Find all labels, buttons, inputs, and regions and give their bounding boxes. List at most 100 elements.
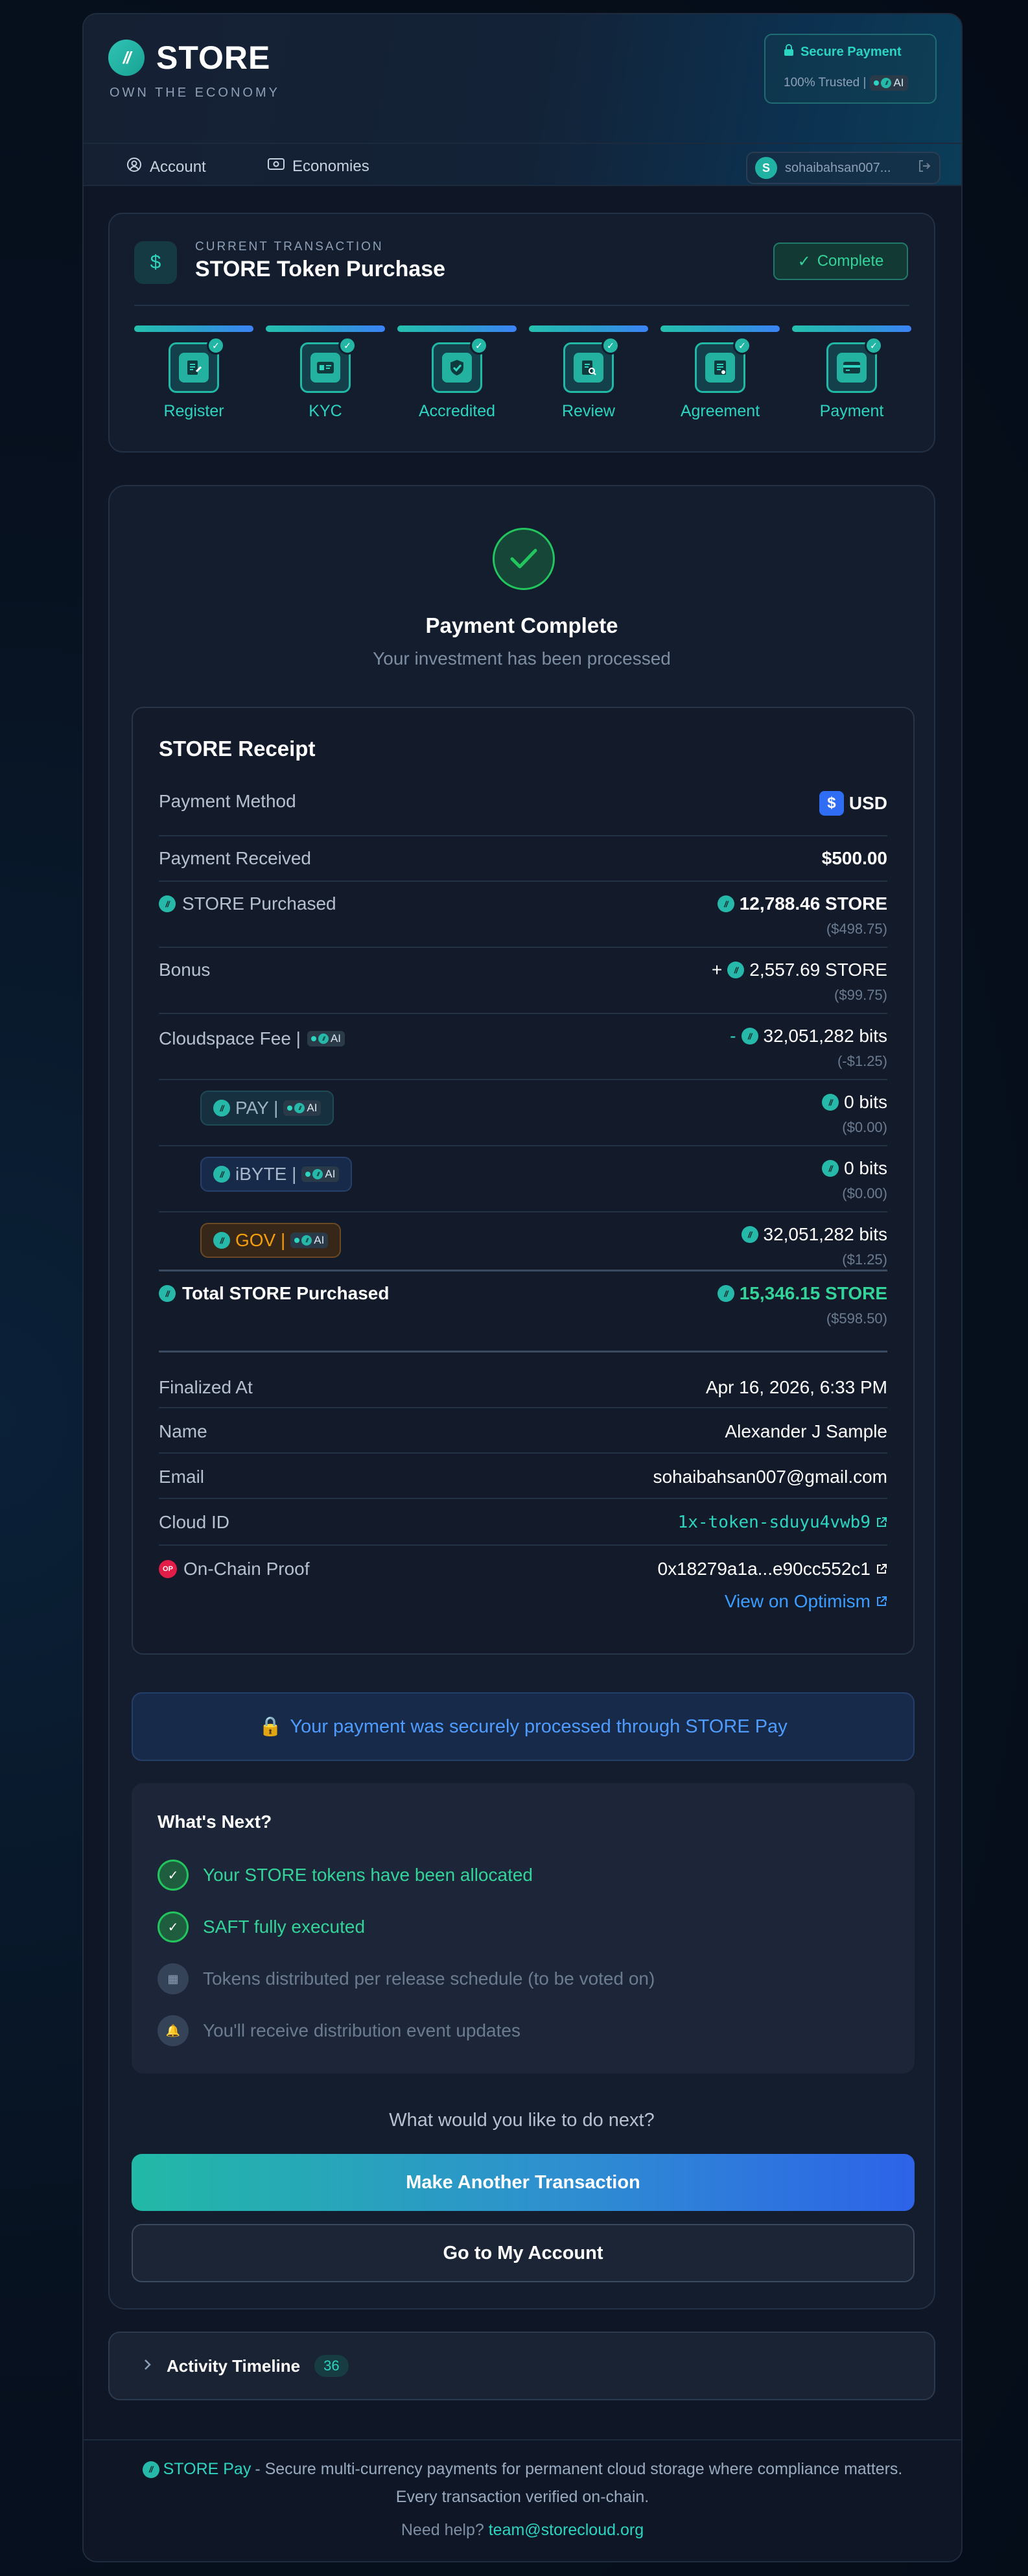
receipt-row-bonus: Bonus +//2,557.69 STORE ($99.75) [159, 948, 887, 1014]
nav-account[interactable]: Account [126, 157, 206, 177]
step-register[interactable]: ✓ Register [134, 325, 253, 421]
receipt-row-method: Payment Method $ USD [159, 791, 887, 836]
transaction-eyebrow: CURRENT TRANSACTION [195, 240, 384, 254]
logo-icon: // [108, 40, 145, 76]
transaction-card: $ CURRENT TRANSACTION STORE Token Purcha… [108, 213, 935, 453]
ibyte-chip[interactable]: //iBYTE |//AI [200, 1157, 353, 1192]
next-item-done: ✓ SAFT fully executed [158, 1911, 365, 1943]
receipt-row-total: // Total STORE Purchased // 15,346.15 STOR… [159, 1270, 887, 1353]
next-item-done: ✓ Your STORE tokens have been allocated [158, 1860, 533, 1891]
tagline: OWN THE ECONOMY [110, 86, 280, 100]
ai-chip: //AI [870, 75, 908, 91]
row-label: Email [159, 1467, 205, 1487]
row-subvalue: ($1.25) [842, 1251, 887, 1268]
external-link-icon [876, 1512, 887, 1533]
store-pay-logo-icon: // [142, 2461, 159, 2478]
register-icon [179, 353, 209, 383]
secure-note: 🔒 Your payment was securely processed th… [132, 1692, 915, 1761]
step-review[interactable]: ✓ Review [529, 325, 648, 421]
step-label: Register [163, 402, 224, 420]
logout-icon[interactable] [917, 159, 931, 177]
row-value: Apr 16, 2026, 6:33 PM [705, 1377, 887, 1397]
account-icon [126, 157, 142, 177]
secure-title: Secure Payment [800, 44, 902, 59]
external-link-icon [876, 1591, 887, 1612]
row-value: 2,557.69 STORE [749, 960, 887, 980]
row-label: Finalized At [159, 1377, 253, 1397]
step-kyc[interactable]: ✓ KYC [266, 325, 385, 421]
receipt-row-cloud-id: Cloud ID 1x-token-sduyu4vwb9 [159, 1499, 887, 1546]
check-icon: ✓ [158, 1860, 189, 1891]
activity-timeline-toggle[interactable]: Activity Timeline 36 [108, 2332, 935, 2400]
store-coin-icon: // [741, 1028, 758, 1045]
brand[interactable]: // STORE [108, 39, 270, 77]
app-shell: // STORE OWN THE ECONOMY Secure Payment … [82, 13, 963, 2562]
next-question: What would you like to do next? [389, 2110, 655, 2131]
row-label: On-Chain Proof [183, 1559, 310, 1579]
step-label: Agreement [680, 402, 760, 420]
row-value: sohaibahsan007@gmail.com [653, 1467, 887, 1487]
payment-subtitle: Your investment has been processed [373, 648, 671, 668]
calendar-icon: ▦ [158, 1963, 189, 1994]
row-label: Bonus [159, 960, 211, 980]
row-subvalue: ($498.75) [826, 921, 887, 937]
cloud-id-link[interactable]: 1x-token-sduyu4vwb9 [678, 1512, 887, 1533]
nav-economies[interactable]: Economies [268, 157, 369, 176]
receipt-row-purchased: // STORE Purchased // 12,788.46 STORE ($49… [159, 882, 887, 948]
step-agreement[interactable]: ✓ Agreement [660, 325, 780, 421]
secure-subtitle: 100% Trusted | [784, 76, 867, 89]
review-icon [574, 353, 603, 383]
receipt-row-received: Payment Received $500.00 [159, 836, 887, 882]
view-on-optimism-link[interactable]: View on Optimism [725, 1591, 887, 1612]
step-payment[interactable]: ✓ Payment [792, 325, 911, 421]
step-accredited[interactable]: ✓ Accredited [397, 325, 517, 421]
gov-chip[interactable]: //GOV |//AI [200, 1223, 342, 1258]
row-subvalue: ($598.50) [826, 1310, 887, 1327]
go-to-account-button[interactable]: Go to My Account [132, 2224, 915, 2282]
store-coin-icon: // [717, 1285, 734, 1302]
row-value: 0 bits [844, 1092, 887, 1112]
secure-payment-badge: Secure Payment 100% Trusted | //AI [764, 34, 937, 104]
footer-line1: - Secure multi-currency payments for per… [255, 2460, 903, 2478]
store-coin-icon: // [822, 1160, 839, 1177]
credit-card-icon [837, 353, 867, 383]
step-label: KYC [309, 402, 342, 420]
store-coin-icon: // [822, 1094, 839, 1111]
step-label: Accredited [418, 402, 496, 420]
row-value: 15,346.15 STORE [739, 1283, 887, 1303]
avatar: S [755, 157, 777, 179]
nav-account-label: Account [150, 158, 206, 176]
pay-chip[interactable]: //PAY |//AI [200, 1091, 334, 1126]
nav-economies-label: Economies [292, 157, 369, 175]
transaction-title: STORE Token Purchase [195, 257, 446, 281]
store-coin-icon: // [159, 895, 176, 912]
row-subvalue: ($0.00) [842, 1185, 887, 1201]
row-value: Alexander J Sample [725, 1421, 887, 1441]
receipt-row-fee: Cloudspace Fee |//AI -//32,051,282 bits … [159, 1014, 887, 1080]
payment-title: Payment Complete [425, 613, 618, 637]
store-coin-icon: // [159, 1285, 176, 1302]
receipt-row-pay: //PAY |//AI // 0 bits ($0.00) [159, 1080, 887, 1146]
receipt-row-finalized: Finalized At Apr 16, 2026, 6:33 PM [159, 1363, 887, 1408]
receipt-row-email: Email sohaibahsan007@gmail.com [159, 1454, 887, 1499]
agreement-icon [705, 353, 735, 383]
whats-next-panel: What's Next? ✓ Your STORE tokens have be… [132, 1783, 915, 2074]
footer-email-link[interactable]: team@storecloud.org [489, 2521, 644, 2539]
row-label: Cloud ID [159, 1512, 229, 1532]
nav-bar: Account Economies S sohaibahsan007... [84, 143, 961, 186]
row-value: $500.00 [821, 848, 887, 868]
next-item-pending: ▦ Tokens distributed per release schedul… [158, 1963, 655, 1994]
user-menu[interactable]: S sohaibahsan007... [746, 152, 940, 184]
lock-icon [784, 44, 794, 60]
proof-hash-link[interactable]: 0x18279a1a...e90cc552c1 [658, 1559, 888, 1579]
receipt-title: STORE Receipt [159, 737, 316, 761]
make-another-transaction-button[interactable]: Make Another Transaction [132, 2154, 915, 2211]
optimism-icon: OP [159, 1560, 177, 1578]
row-subvalue: ($99.75) [834, 987, 887, 1003]
store-coin-icon: // [717, 895, 734, 912]
check-icon: ✓ [158, 1911, 189, 1943]
row-value: 32,051,282 bits [763, 1026, 888, 1046]
external-link-icon [876, 1559, 887, 1579]
timeline-count-badge: 36 [314, 2355, 349, 2377]
lock-icon: 🔒 [259, 1716, 283, 1737]
